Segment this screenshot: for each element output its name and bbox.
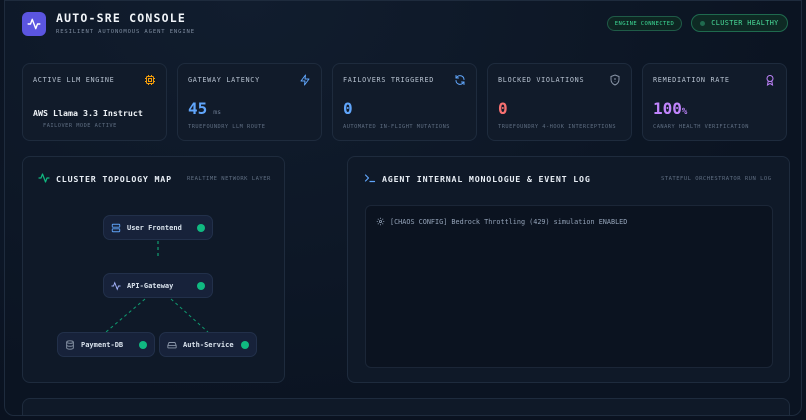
event-log-output[interactable]: [CHAOS CONFIG] Bedrock Throttling (429) … xyxy=(365,205,773,368)
latency-unit: ms xyxy=(213,108,222,116)
card-value: 100% xyxy=(653,99,687,118)
node-label: Auth-Service xyxy=(183,340,234,349)
node-label: User Frontend xyxy=(127,223,182,232)
node-status-dot-icon xyxy=(197,224,205,232)
bottom-panel xyxy=(22,398,790,415)
card-value: AWS Llama 3.3 Instruct xyxy=(33,108,143,118)
app-subtitle: RESILIENT AUTONOMOUS AGENT ENGINE xyxy=(56,29,195,35)
link-gateway-payment xyxy=(105,298,146,333)
card-caption: AUTOMATED IN-FLIGHT MUTATIONS xyxy=(343,124,450,130)
card-value: 0 xyxy=(343,99,353,118)
cluster-status-label: CLUSTER HEALTHY xyxy=(711,19,779,27)
cluster-status-badge: CLUSTER HEALTHY xyxy=(691,14,788,32)
app-window: AUTO-SRE CONSOLE RESILIENT AUTONOMOUS AG… xyxy=(4,0,802,416)
node-api-gateway[interactable]: API-Gateway xyxy=(103,273,213,298)
card-gateway-latency: GATEWAY LATENCY 45 ms TRUEFOUNDRY LLM ROU… xyxy=(177,63,322,141)
terminal-icon xyxy=(364,174,376,183)
node-label: Payment-DB xyxy=(81,340,124,349)
activity-icon xyxy=(111,280,121,291)
card-label: REMEDIATION RATE xyxy=(653,76,730,84)
node-user-frontend[interactable]: User Frontend xyxy=(103,215,213,240)
log-entry: [CHAOS CONFIG] Bedrock Throttling (429) … xyxy=(376,217,627,226)
shield-icon xyxy=(610,74,620,86)
card-label: ACTIVE LLM ENGINE xyxy=(33,76,115,84)
cpu-icon xyxy=(145,75,155,85)
remediation-value: 100 xyxy=(653,99,682,118)
card-remediation-rate: REMEDIATION RATE 100% CANARY HEALTH VERI… xyxy=(642,63,787,141)
award-icon xyxy=(766,75,774,86)
app-logo xyxy=(22,12,46,36)
node-status-dot-icon xyxy=(197,282,205,290)
gear-icon xyxy=(376,217,385,226)
node-label: API-Gateway xyxy=(127,281,174,290)
link-gateway-auth xyxy=(170,298,209,333)
activity-icon xyxy=(27,18,41,30)
refresh-icon xyxy=(455,75,465,85)
node-status-dot-icon xyxy=(241,341,249,349)
engine-status-badge: ENGINE CONNECTED xyxy=(607,16,682,31)
card-caption: TRUEFOUNDRY 4-HOOK INTERCEPTIONS xyxy=(498,124,617,130)
card-value: 45 ms xyxy=(188,99,221,118)
server-icon xyxy=(111,223,121,232)
card-active-llm-engine: ACTIVE LLM ENGINE AWS Llama 3.3 Instruct… xyxy=(22,63,167,141)
card-caption: TRUEFOUNDRY LLM ROUTE xyxy=(188,124,266,130)
node-payment-db[interactable]: Payment-DB xyxy=(57,332,155,357)
card-label: GATEWAY LATENCY xyxy=(188,76,260,84)
app-title: AUTO-SRE CONSOLE xyxy=(56,11,186,25)
card-caption: CANARY HEALTH VERIFICATION xyxy=(653,124,749,130)
card-failovers-triggered: FAILOVERS TRIGGERED 0 AUTOMATED IN-FLIGH… xyxy=(332,63,477,141)
card-value: 0 xyxy=(498,99,508,118)
card-label: FAILOVERS TRIGGERED xyxy=(343,76,435,84)
latency-value: 45 xyxy=(188,99,208,118)
drive-icon xyxy=(167,341,177,348)
card-label: BLOCKED VIOLATIONS xyxy=(498,76,585,84)
database-icon xyxy=(66,339,74,350)
lightning-icon xyxy=(300,74,310,86)
topology-panel: CLUSTER TOPOLOGY MAP REALTIME NETWORK LA… xyxy=(22,156,285,383)
event-log-panel: AGENT INTERNAL MONOLOGUE & EVENT LOG STA… xyxy=(347,156,790,383)
log-entry-text: [CHAOS CONFIG] Bedrock Throttling (429) … xyxy=(390,217,628,226)
node-auth-service[interactable]: Auth-Service xyxy=(159,332,257,357)
card-blocked-violations: BLOCKED VIOLATIONS 0 TRUEFOUNDRY 4-HOOK … xyxy=(487,63,632,141)
node-status-dot-icon xyxy=(139,341,147,349)
event-log-title: AGENT INTERNAL MONOLOGUE & EVENT LOG xyxy=(382,174,591,184)
card-caption: FAILOVER MODE ACTIVE xyxy=(43,123,117,129)
status-dot-icon xyxy=(700,20,706,26)
remediation-unit: % xyxy=(681,107,688,117)
event-log-tag: STATEFUL ORCHESTRATOR RUN LOG xyxy=(661,176,772,182)
